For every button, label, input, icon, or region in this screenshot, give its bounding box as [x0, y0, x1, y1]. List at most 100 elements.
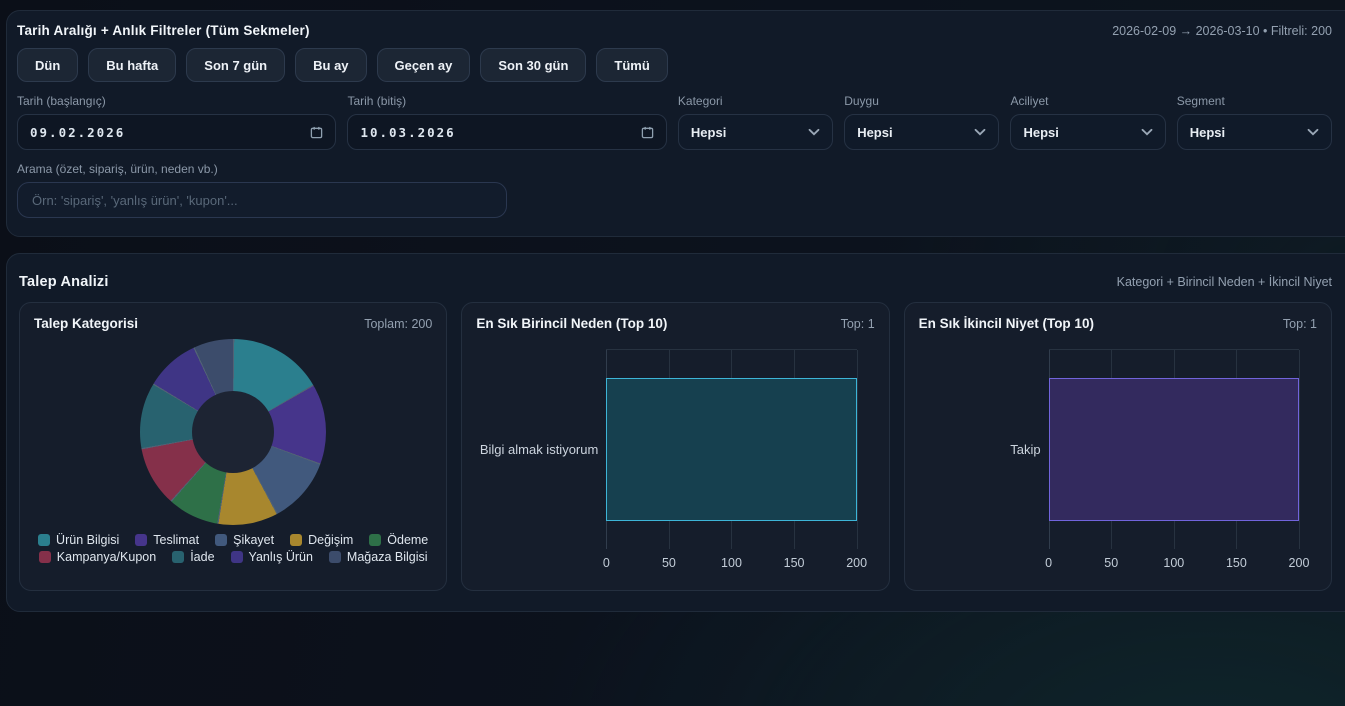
legend-swatch	[369, 534, 381, 546]
x-tick-label: 150	[1226, 556, 1247, 570]
primary-reason-header: En Sık Birincil Neden (Top 10) Top: 1	[476, 316, 874, 331]
legend-row: Kampanya/Kupon İade Yanlış Ürün Mağaza Bilg…	[34, 550, 432, 564]
legend-item-değişim[interactable]: Değişim	[290, 533, 353, 547]
quick-filter-button-dün[interactable]: Dün	[17, 48, 78, 82]
legend-label: Teslimat	[153, 533, 199, 547]
duygu-select[interactable]: Hepsi	[844, 114, 999, 150]
filter-panel-title: Tarih Aralığı + Anlık Filtreler (Tüm Sek…	[17, 23, 310, 38]
y-axis-labels: Takip	[919, 349, 1041, 549]
quick-filter-button-son-30-gün[interactable]: Son 30 gün	[480, 48, 586, 82]
legend-label: Kampanya/Kupon	[57, 550, 156, 564]
legend-item-mağaza-bilgisi[interactable]: Mağaza Bilgisi	[329, 550, 428, 564]
donut-card-header: Talep Kategorisi Toplam: 200	[34, 316, 432, 331]
x-tick-label: 200	[1289, 556, 1310, 570]
start-date-input[interactable]: 09.02.2026	[17, 114, 336, 150]
segment-select[interactable]: Hepsi	[1177, 114, 1332, 150]
secondary-intent-chart: Takip050100150200	[919, 349, 1317, 573]
segment-label: Segment	[1177, 94, 1332, 108]
legend-item-ödeme[interactable]: Ödeme	[369, 533, 428, 547]
legend-label: Mağaza Bilgisi	[347, 550, 428, 564]
primary-reason-chart: Bilgi almak istiyorum050100150200	[476, 349, 874, 573]
x-tick-label: 0	[1045, 556, 1052, 570]
legend-label: Şikayet	[233, 533, 274, 547]
plot-area	[1049, 349, 1299, 549]
filter-panel-header: Tarih Aralığı + Anlık Filtreler (Tüm Sek…	[17, 23, 1332, 38]
quick-filter-button-bu-hafta[interactable]: Bu hafta	[88, 48, 176, 82]
analysis-title: Talep Analizi	[19, 274, 109, 290]
legend-item-şikayet[interactable]: Şikayet	[215, 533, 274, 547]
x-tick-label: 0	[603, 556, 610, 570]
legend-row: Ürün Bilgisi Teslimat Şikayet Değişim Ödeme	[34, 533, 432, 547]
start-date-field: Tarih (başlangıç) 09.02.2026	[17, 94, 336, 150]
chevron-down-icon	[1141, 128, 1153, 136]
x-tick-label: 50	[662, 556, 676, 570]
end-date-label: Tarih (bitiş)	[347, 94, 666, 108]
segment-select-value: Hepsi	[1190, 125, 1225, 140]
x-axis: 050100150200	[606, 549, 856, 573]
start-date-value: 09.02.2026	[30, 125, 125, 140]
search-input[interactable]	[17, 182, 507, 218]
quick-filter-button-geçen-ay[interactable]: Geçen ay	[377, 48, 471, 82]
legend-swatch	[215, 534, 227, 546]
bar-takip[interactable]	[1049, 378, 1299, 521]
filter-fields-row: Tarih (başlangıç) 09.02.2026 Tarih (biti…	[17, 94, 1332, 150]
donut-chart[interactable]	[140, 339, 326, 525]
analysis-panel-header: Talep Analizi Kategori + Birincil Neden …	[19, 274, 1332, 290]
quick-filter-button-tümü[interactable]: Tümü	[596, 48, 667, 82]
duygu-select-value: Hepsi	[857, 125, 892, 140]
legend-swatch	[38, 534, 50, 546]
kategori-select-value: Hepsi	[691, 125, 726, 140]
charts-row: Talep Kategorisi Toplam: 200 Ürün Bilgis…	[19, 302, 1332, 591]
secondary-intent-header: En Sık İkincil Niyet (Top 10) Top: 1	[919, 316, 1317, 331]
chevron-down-icon	[1307, 128, 1319, 136]
category-donut-card: Talep Kategorisi Toplam: 200 Ürün Bilgis…	[19, 302, 447, 591]
donut-total-label: Toplam: 200	[364, 317, 432, 331]
chevron-down-icon	[808, 128, 820, 136]
analysis-panel: Talep Analizi Kategori + Birincil Neden …	[6, 253, 1345, 612]
end-date-input[interactable]: 10.03.2026	[347, 114, 666, 150]
start-date-label: Tarih (başlangıç)	[17, 94, 336, 108]
segment-field: Segment Hepsi	[1177, 94, 1332, 150]
plot-area	[606, 349, 856, 549]
legend-label: Yanlış Ürün	[249, 550, 313, 564]
aciliyet-select[interactable]: Hepsi	[1010, 114, 1165, 150]
y-axis-labels: Bilgi almak istiyorum	[476, 349, 598, 549]
secondary-intent-top-label: Top: 1	[1283, 317, 1317, 331]
secondary-intent-chart-card: En Sık İkincil Niyet (Top 10) Top: 1 Tak…	[904, 302, 1332, 591]
quick-filter-button-son-7-gün[interactable]: Son 7 gün	[186, 48, 285, 82]
date-range-summary: 2026-02-09 → 2026-03-10 • Filtreli: 200	[1112, 24, 1332, 38]
donut-hole	[192, 391, 274, 473]
category-label-takip: Takip	[919, 442, 1041, 457]
kategori-select[interactable]: Hepsi	[678, 114, 833, 150]
legend-swatch	[290, 534, 302, 546]
duygu-label: Duygu	[844, 94, 999, 108]
primary-reason-top-label: Top: 1	[841, 317, 875, 331]
filter-panel: Tarih Aralığı + Anlık Filtreler (Tüm Sek…	[6, 10, 1345, 237]
aciliyet-label: Aciliyet	[1010, 94, 1165, 108]
legend-item-kampanya-kupon[interactable]: Kampanya/Kupon	[39, 550, 156, 564]
legend-label: Ürün Bilgisi	[56, 533, 119, 547]
x-tick-label: 100	[1163, 556, 1184, 570]
kategori-label: Kategori	[678, 94, 833, 108]
x-tick-label: 100	[721, 556, 742, 570]
legend-item-teslimat[interactable]: Teslimat	[135, 533, 199, 547]
bar-bilgi-almak-istiyorum[interactable]	[606, 378, 856, 521]
legend-item-i-ade[interactable]: İade	[172, 550, 214, 564]
kategori-field: Kategori Hepsi	[678, 94, 833, 150]
x-tick-label: 150	[784, 556, 805, 570]
legend-swatch	[172, 551, 184, 563]
quick-filter-buttons: Dün Bu hafta Son 7 gün Bu ay Geçen ay Son 30 …	[17, 48, 1332, 82]
legend-swatch	[329, 551, 341, 563]
end-date-field: Tarih (bitiş) 10.03.2026	[347, 94, 666, 150]
legend-item-yanlış-ürün[interactable]: Yanlış Ürün	[231, 550, 313, 564]
calendar-icon[interactable]	[310, 126, 323, 139]
end-date-value: 10.03.2026	[360, 125, 455, 140]
search-field: Arama (özet, sipariş, ürün, neden vb.)	[17, 162, 507, 218]
legend-item-ürün-bilgisi[interactable]: Ürün Bilgisi	[38, 533, 119, 547]
primary-reason-chart-card: En Sık Birincil Neden (Top 10) Top: 1 Bi…	[461, 302, 889, 591]
x-axis: 050100150200	[1049, 549, 1299, 573]
analysis-subtitle: Kategori + Birincil Neden + İkincil Niye…	[1117, 275, 1332, 289]
legend-swatch	[39, 551, 51, 563]
calendar-icon[interactable]	[641, 126, 654, 139]
quick-filter-button-bu-ay[interactable]: Bu ay	[295, 48, 366, 82]
